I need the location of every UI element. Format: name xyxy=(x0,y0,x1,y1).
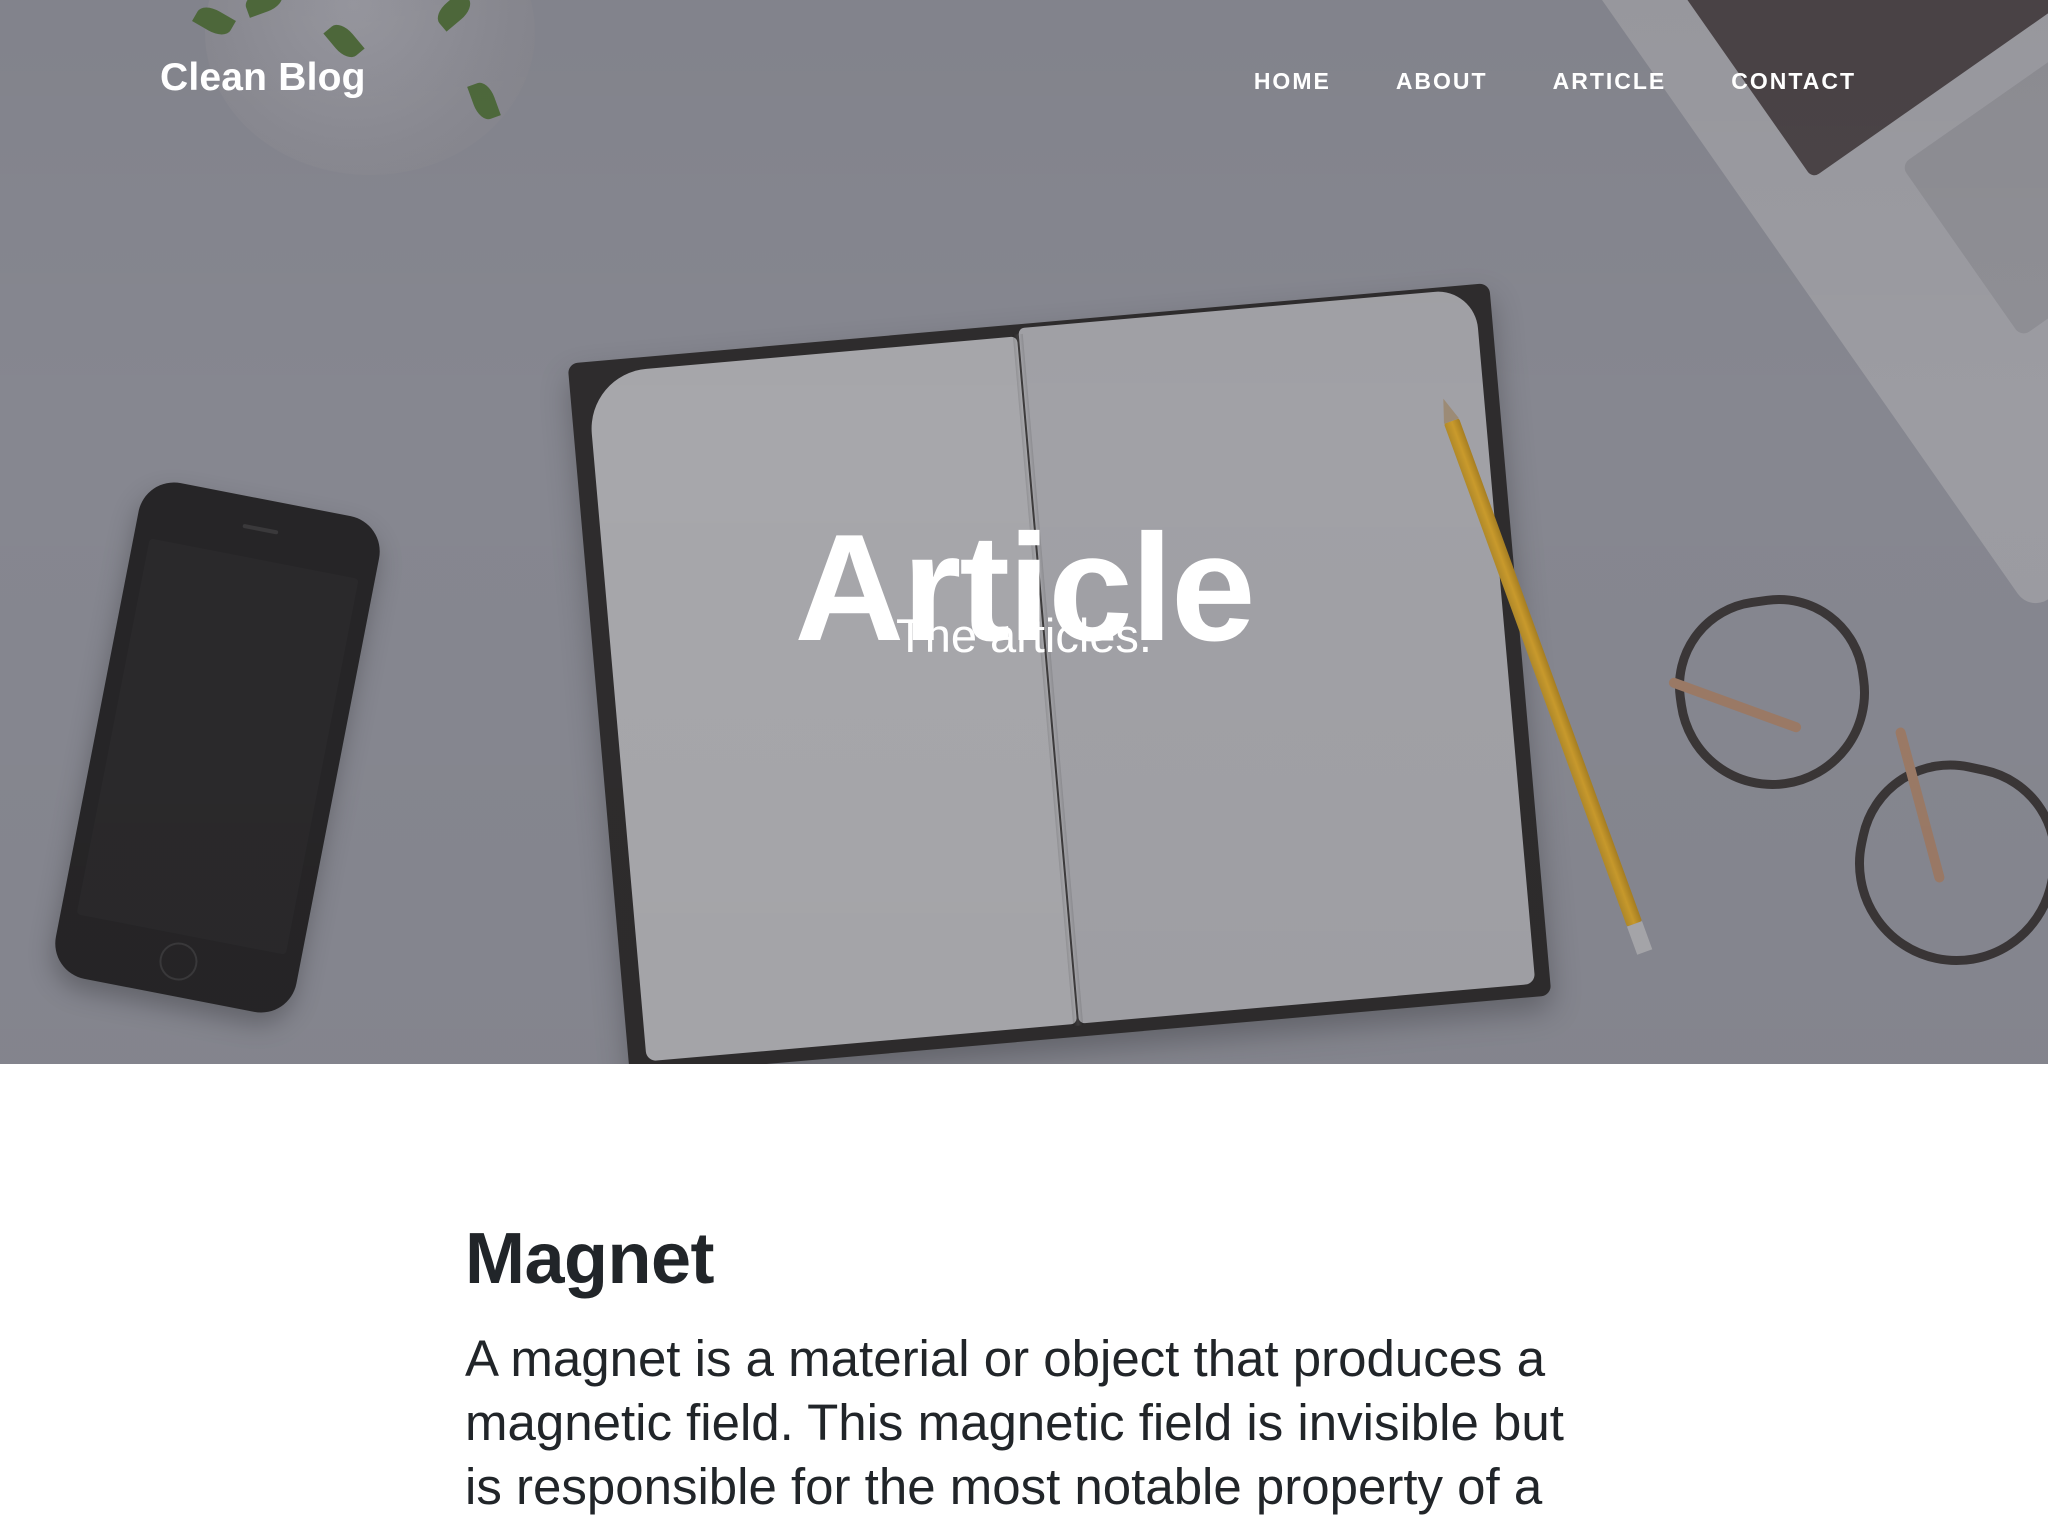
post-title: Magnet xyxy=(465,1219,715,1299)
page-subtitle: The articles. xyxy=(896,609,1152,662)
hero-header: Clean Blog HOME ABOUT ARTICLE CONTACT Ar… xyxy=(0,0,2048,1064)
nav-article-link[interactable]: ARTICLE xyxy=(1553,68,1667,95)
main-nav: HOME ABOUT ARTICLE CONTACT xyxy=(1189,68,1856,95)
post-body: A magnet is a material or object that pr… xyxy=(465,1330,1564,1516)
nav-home-link[interactable]: HOME xyxy=(1254,68,1331,95)
nav-about-link[interactable]: ABOUT xyxy=(1396,68,1488,95)
nav-contact-link[interactable]: CONTACT xyxy=(1731,68,1856,95)
brand-link[interactable]: Clean Blog xyxy=(160,56,366,100)
article-post: Magnet A magnet is a material or object … xyxy=(465,1219,1585,1519)
